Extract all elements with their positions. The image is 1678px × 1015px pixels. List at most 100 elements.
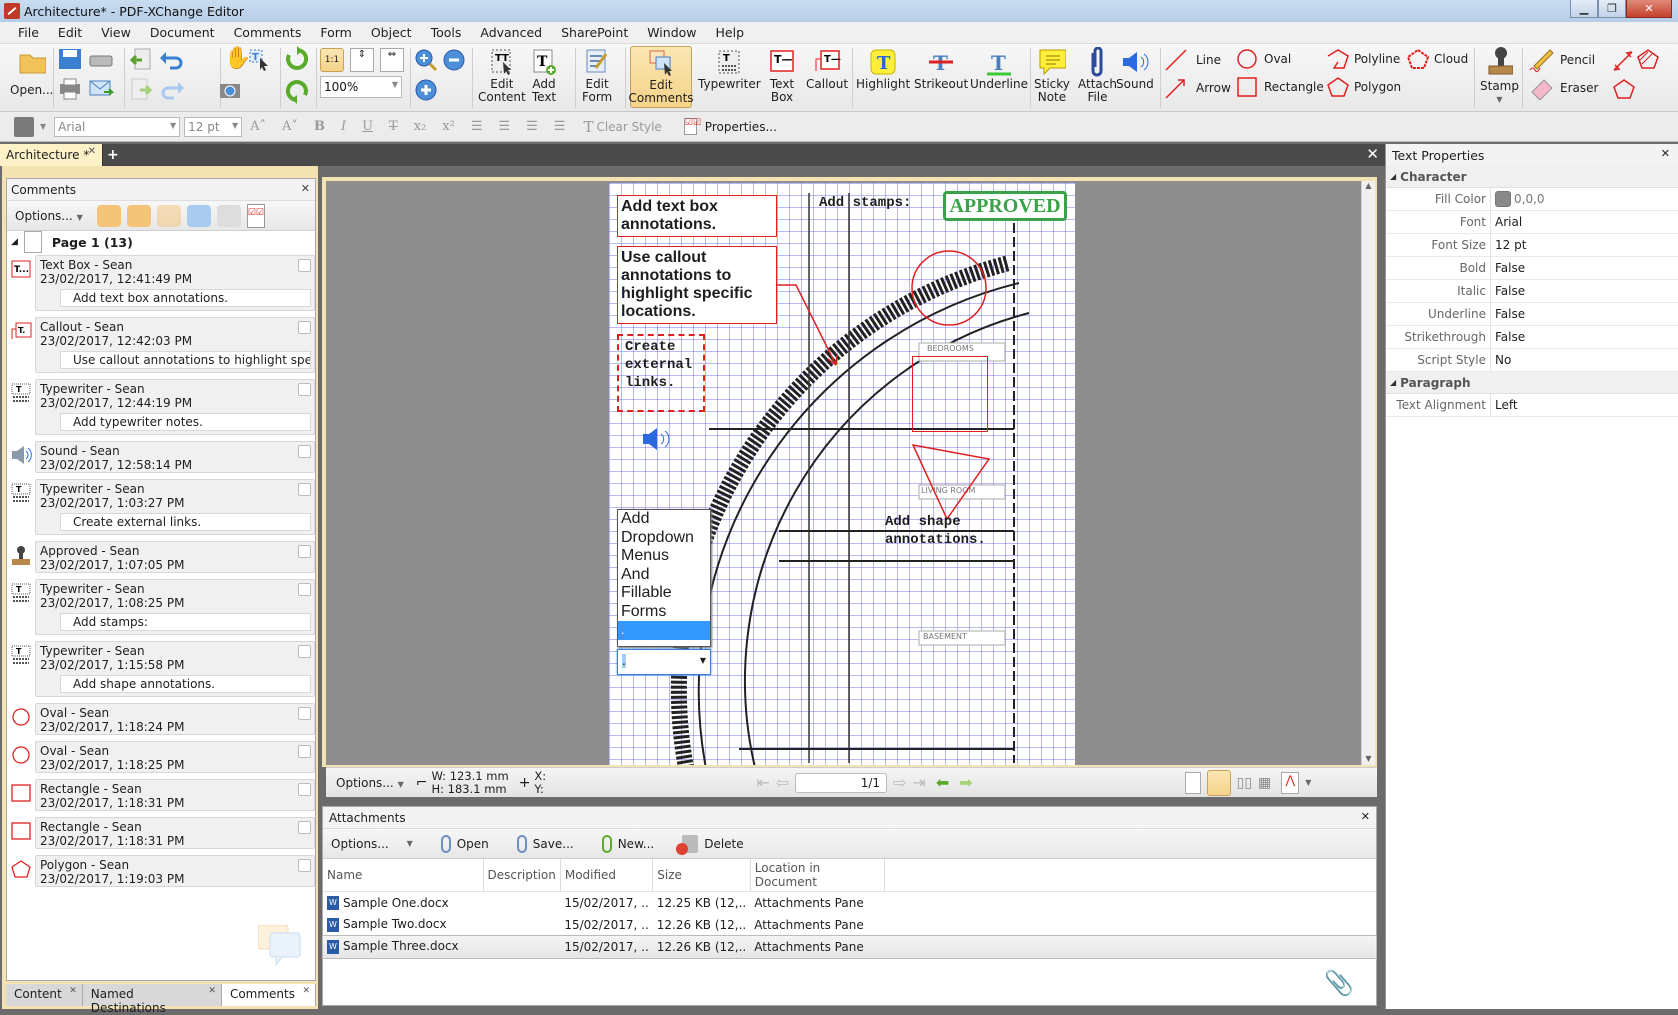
open-button[interactable]: Open... [10, 48, 54, 97]
reply-comment-icon[interactable] [156, 204, 181, 227]
zoom-out-icon[interactable] [442, 48, 466, 75]
polygon-annotation[interactable] [909, 441, 993, 523]
character-section[interactable]: ◢ Character [1386, 166, 1678, 188]
property-value[interactable]: 0,0,0 [1491, 191, 1545, 207]
delete-comment-icon[interactable] [216, 204, 241, 227]
comment-item[interactable]: Rectangle - Sean 23/02/2017, 1:18:31 PM [11, 779, 315, 811]
first-page-icon[interactable]: ⇤ [756, 773, 769, 792]
menu-document[interactable]: Document [150, 25, 215, 40]
comment-checkbox[interactable] [298, 783, 311, 796]
comment-checkbox[interactable] [298, 383, 311, 396]
tab-named-destinations[interactable]: Named Destinations ✕ [83, 984, 222, 1015]
comment-body[interactable]: Use callout annotations to highlight spe… [60, 351, 311, 369]
menu-window[interactable]: Window [647, 25, 696, 40]
oval-tool[interactable]: Oval [1236, 48, 1291, 70]
attachments-options-button[interactable]: Options... ▼ [331, 837, 427, 851]
pdf-view-mode-icon[interactable]: ⋀ [1281, 771, 1300, 794]
dropdown-option[interactable]: Dropdown [618, 529, 710, 548]
dropdown-arrow-icon[interactable]: ▼ [700, 656, 706, 665]
align-center-icon[interactable]: ☰ [498, 119, 510, 134]
menu-edit[interactable]: Edit [58, 25, 82, 40]
clear-style-button[interactable]: T Clear Style [583, 118, 661, 136]
scroll-up-icon[interactable]: ▲ [1362, 181, 1375, 190]
email-icon[interactable] [88, 78, 116, 103]
delete-attachment-button[interactable]: Delete [676, 834, 757, 855]
attach-file-button[interactable]: Attach File [1078, 47, 1117, 104]
menu-advanced[interactable]: Advanced [480, 25, 542, 40]
page-number-input[interactable]: 1/1 [795, 772, 887, 793]
area-tool-icon[interactable] [1636, 48, 1660, 75]
comment-item[interactable]: T Typewriter - Sean 23/02/2017, 1:08:25 PM… [11, 579, 315, 635]
column-header-size[interactable]: Size [652, 859, 751, 892]
tab-content[interactable]: Content ✕ [6, 984, 83, 1006]
approved-stamp[interactable]: APPROVED [943, 191, 1067, 221]
property-row-font[interactable]: Font Arial [1386, 211, 1678, 234]
restore-button[interactable]: ❐ [1598, 0, 1626, 18]
snapshot-icon[interactable] [218, 80, 244, 103]
sticky-note-button[interactable]: Sticky Note [1034, 48, 1070, 104]
column-header-modified[interactable]: Modified [560, 859, 654, 892]
property-value[interactable]: Arial [1491, 215, 1522, 229]
comment-item[interactable]: T Typewriter - Sean 23/02/2017, 12:44:19 P… [11, 379, 315, 435]
align-left-icon[interactable]: ☰ [471, 119, 483, 134]
comments-options-button[interactable]: Options... ▼ [15, 209, 83, 223]
collapse-icon[interactable]: ◢ [11, 237, 18, 247]
last-page-icon[interactable]: ⇥ [912, 773, 925, 792]
sound-button[interactable]: Sound [1116, 48, 1154, 91]
zoom-in-icon[interactable] [414, 78, 438, 105]
save-icon[interactable] [58, 48, 82, 73]
rectangle-tool[interactable]: Rectangle [1236, 76, 1324, 98]
menu-view[interactable]: View [101, 25, 131, 40]
menu-help[interactable]: Help [716, 25, 745, 40]
export-icon[interactable] [130, 78, 153, 105]
distance-tool-icon[interactable] [1612, 50, 1634, 75]
line-tool[interactable]: Line [1164, 48, 1221, 72]
cloud-tool[interactable]: Cloud [1406, 48, 1468, 70]
dropdown-option[interactable]: Forms [618, 603, 710, 622]
menu-comments[interactable]: Comments [234, 25, 302, 40]
arrow-tool[interactable]: Arrow [1164, 76, 1231, 100]
fit-page-button[interactable]: ⇕ [350, 48, 374, 72]
close-window-button[interactable]: ✕ [1626, 0, 1672, 18]
property-row-script-style[interactable]: Script Style No [1386, 349, 1678, 372]
fit-width-button[interactable]: ⇔ [380, 48, 404, 72]
menu-form[interactable]: Form [320, 25, 352, 40]
tab-architecture[interactable]: Architecture * ✕ [0, 144, 103, 166]
comment-body[interactable]: Add shape annotations. [60, 675, 311, 693]
property-value[interactable]: No [1491, 353, 1511, 367]
comment-item[interactable]: T... Text Box - Sean 23/02/2017, 12:41:49 … [11, 255, 315, 311]
eraser-tool[interactable]: Eraser [1528, 76, 1598, 100]
dropdown-option[interactable]: Add [618, 510, 710, 529]
close-document-button[interactable]: ✕ [1366, 145, 1379, 163]
property-row-bold[interactable]: Bold False [1386, 257, 1678, 280]
fill-color-swatch[interactable] [1495, 191, 1511, 207]
comment-item[interactable]: T. Callout - Sean23/02/2017, 12:42:03 PM U… [11, 317, 315, 373]
comment-body[interactable]: Create external links. [60, 513, 311, 531]
fill-color-dropdown-icon[interactable]: ▼ [40, 122, 46, 131]
property-value[interactable]: False [1491, 330, 1525, 344]
comment-body[interactable]: Add text box annotations. [60, 289, 311, 307]
property-row-underline[interactable]: Underline False [1386, 303, 1678, 326]
menu-tools[interactable]: Tools [431, 25, 462, 40]
link-annotation[interactable]: Create external links. [617, 334, 705, 412]
oval-annotation[interactable] [909, 248, 989, 328]
underline-button[interactable]: T Underline [970, 48, 1028, 91]
menu-object[interactable]: Object [371, 25, 412, 40]
increase-font-icon[interactable]: A˄ [250, 119, 266, 134]
rectangle-annotation[interactable] [912, 356, 988, 432]
comment-checkbox[interactable] [298, 259, 311, 272]
font-family-select[interactable]: Arial ▼ [54, 116, 181, 137]
justify-icon[interactable]: ☰ [554, 119, 566, 134]
comment-item[interactable]: Oval - Sean 23/02/2017, 1:18:25 PM [12, 741, 315, 773]
attachment-row[interactable]: W Sample Three.docx 15/02/2017, .. 12.26 KB… [322, 934, 1377, 959]
comment-checkbox[interactable] [298, 545, 311, 558]
font-size-select[interactable]: 12 pt ▼ [184, 116, 243, 137]
new-tab-button[interactable]: + [107, 147, 119, 163]
view-mode-dropdown-icon[interactable]: ▼ [1305, 778, 1311, 787]
new-attachment-button[interactable]: New... [601, 834, 669, 853]
property-row-font-size[interactable]: Font Size 12 pt [1386, 234, 1678, 257]
column-header-name[interactable]: Name [323, 859, 484, 892]
add-text-button[interactable]: T Add Text [530, 48, 558, 104]
select-text-icon[interactable]: T [248, 48, 272, 75]
property-value[interactable]: False [1491, 284, 1525, 298]
